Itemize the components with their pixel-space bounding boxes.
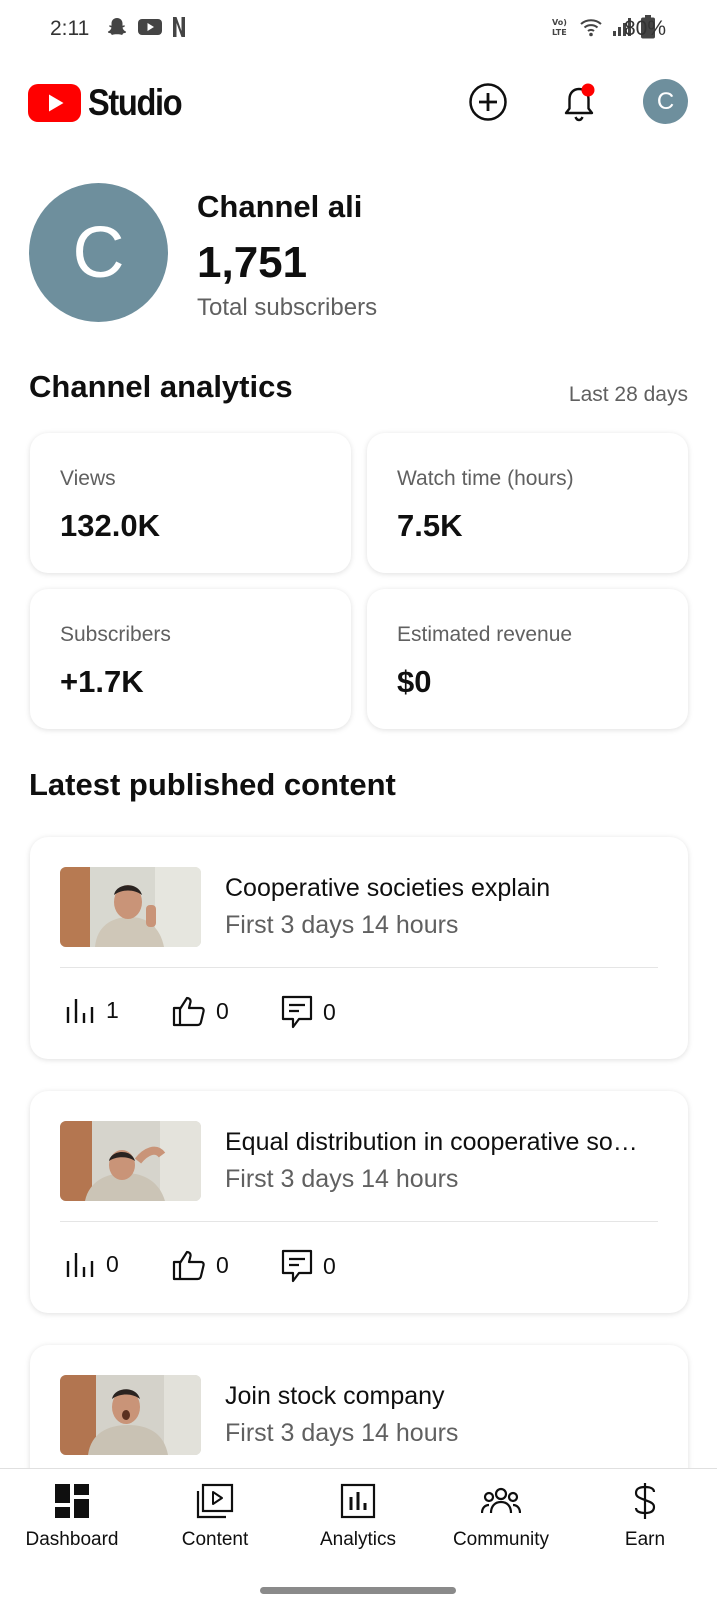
- likes-count: 0: [216, 997, 229, 1024]
- likes-metric: 0: [172, 995, 229, 1027]
- stat-value: 132.0K: [60, 508, 160, 543]
- nav-label: Community: [452, 1529, 550, 1550]
- video-title[interactable]: Equal distribution in cooperative so…: [225, 1128, 638, 1157]
- divider: [60, 1221, 658, 1222]
- add-circle-icon: [469, 83, 507, 121]
- nav-dashboard[interactable]: Dashboard: [2, 1481, 142, 1551]
- views-metric: 1: [64, 995, 119, 1025]
- stat-card-watch-time[interactable]: Watch time (hours) 7.5K: [367, 433, 688, 573]
- content-icon: [196, 1483, 234, 1519]
- svg-text:LTE: LTE: [552, 28, 567, 37]
- video-title[interactable]: Cooperative societies explain: [225, 874, 550, 903]
- battery-percent: 80%: [624, 17, 667, 40]
- youtube-status-icon: [138, 18, 162, 41]
- divider: [60, 967, 658, 968]
- snapchat-icon: [106, 16, 128, 43]
- home-indicator[interactable]: [260, 1587, 456, 1594]
- create-button[interactable]: [468, 82, 508, 122]
- likes-count: 0: [216, 1251, 229, 1278]
- stat-value: 7.5K: [397, 508, 463, 543]
- bottom-navigation: Dashboard Content Analytics Community Ea…: [0, 1468, 717, 1600]
- latest-content-title: Latest published content: [29, 767, 396, 802]
- comment-icon: [281, 995, 313, 1029]
- notifications-button[interactable]: [558, 80, 600, 124]
- analytics-icon: [340, 1483, 376, 1519]
- dashboard-icon: [55, 1484, 89, 1518]
- nav-label: Earn: [624, 1529, 666, 1550]
- stat-label: Views: [60, 467, 116, 490]
- video-period: First 3 days 14 hours: [225, 1419, 459, 1447]
- svg-text:Vo): Vo): [552, 18, 567, 27]
- stat-card-views[interactable]: Views 132.0K: [30, 433, 351, 573]
- views-metric: 0: [64, 1249, 119, 1279]
- youtube-studio-logo: Studio: [28, 82, 194, 124]
- views-count: 1: [106, 996, 119, 1023]
- account-avatar[interactable]: C: [643, 79, 688, 124]
- nav-label: Content: [181, 1529, 249, 1550]
- nav-earn[interactable]: Earn: [575, 1481, 715, 1551]
- status-time: 2:11: [50, 17, 90, 40]
- channel-analytics-title: Channel analytics: [29, 369, 293, 404]
- video-card[interactable]: Equal distribution in cooperative so… Fi…: [30, 1091, 688, 1313]
- nav-analytics[interactable]: Analytics: [288, 1481, 428, 1551]
- community-icon: [481, 1487, 521, 1514]
- total-subscribers-count: 1,751: [197, 238, 308, 287]
- logo-text: Studio: [88, 82, 183, 123]
- channel-name: Channel ali: [197, 189, 363, 224]
- stat-value: $0: [397, 664, 432, 699]
- video-thumbnail[interactable]: [60, 1375, 201, 1455]
- video-title[interactable]: Join stock company: [225, 1382, 445, 1411]
- channel-avatar: C: [29, 183, 168, 322]
- comments-metric: 0: [281, 995, 336, 1029]
- nav-content[interactable]: Content: [145, 1481, 285, 1551]
- video-thumbnail[interactable]: [60, 867, 201, 947]
- wifi-icon: [579, 16, 603, 43]
- dollar-icon: [634, 1483, 656, 1519]
- thumbs-up-icon: [172, 996, 205, 1027]
- thumbs-up-icon: [172, 1250, 205, 1281]
- bell-icon: [564, 83, 595, 122]
- analytics-range: Last 28 days: [568, 383, 688, 406]
- app-bar: Studio C: [0, 70, 717, 134]
- views-bars-icon: [66, 1253, 94, 1277]
- video-thumbnail[interactable]: [60, 1121, 201, 1201]
- video-period: First 3 days 14 hours: [225, 1165, 459, 1193]
- stat-label: Estimated revenue: [397, 623, 573, 646]
- nav-community[interactable]: Community: [431, 1481, 571, 1551]
- volte-icon: Vo) LTE: [551, 16, 571, 43]
- stat-card-revenue[interactable]: Estimated revenue $0: [367, 589, 688, 729]
- nav-label: Analytics: [319, 1529, 397, 1550]
- stat-label: Subscribers: [60, 623, 171, 646]
- comments-count: 0: [323, 998, 336, 1025]
- stat-value: +1.7K: [60, 664, 144, 699]
- youtube-logo-icon: [28, 84, 81, 122]
- views-count: 0: [106, 1250, 119, 1277]
- video-period: First 3 days 14 hours: [225, 911, 459, 939]
- comments-metric: 0: [281, 1249, 336, 1283]
- likes-metric: 0: [172, 1249, 229, 1281]
- views-bars-icon: [66, 999, 94, 1023]
- total-subscribers-label: Total subscribers: [197, 294, 378, 321]
- video-card[interactable]: Cooperative societies explain First 3 da…: [30, 837, 688, 1059]
- stat-card-subscribers[interactable]: Subscribers +1.7K: [30, 589, 351, 729]
- stat-label: Watch time (hours): [397, 467, 574, 490]
- comment-icon: [281, 1249, 313, 1283]
- status-bar: 2:11 Vo) LTE 80%: [0, 0, 717, 60]
- nav-label: Dashboard: [25, 1529, 119, 1550]
- comments-count: 0: [323, 1252, 336, 1279]
- netflix-icon: [172, 16, 186, 43]
